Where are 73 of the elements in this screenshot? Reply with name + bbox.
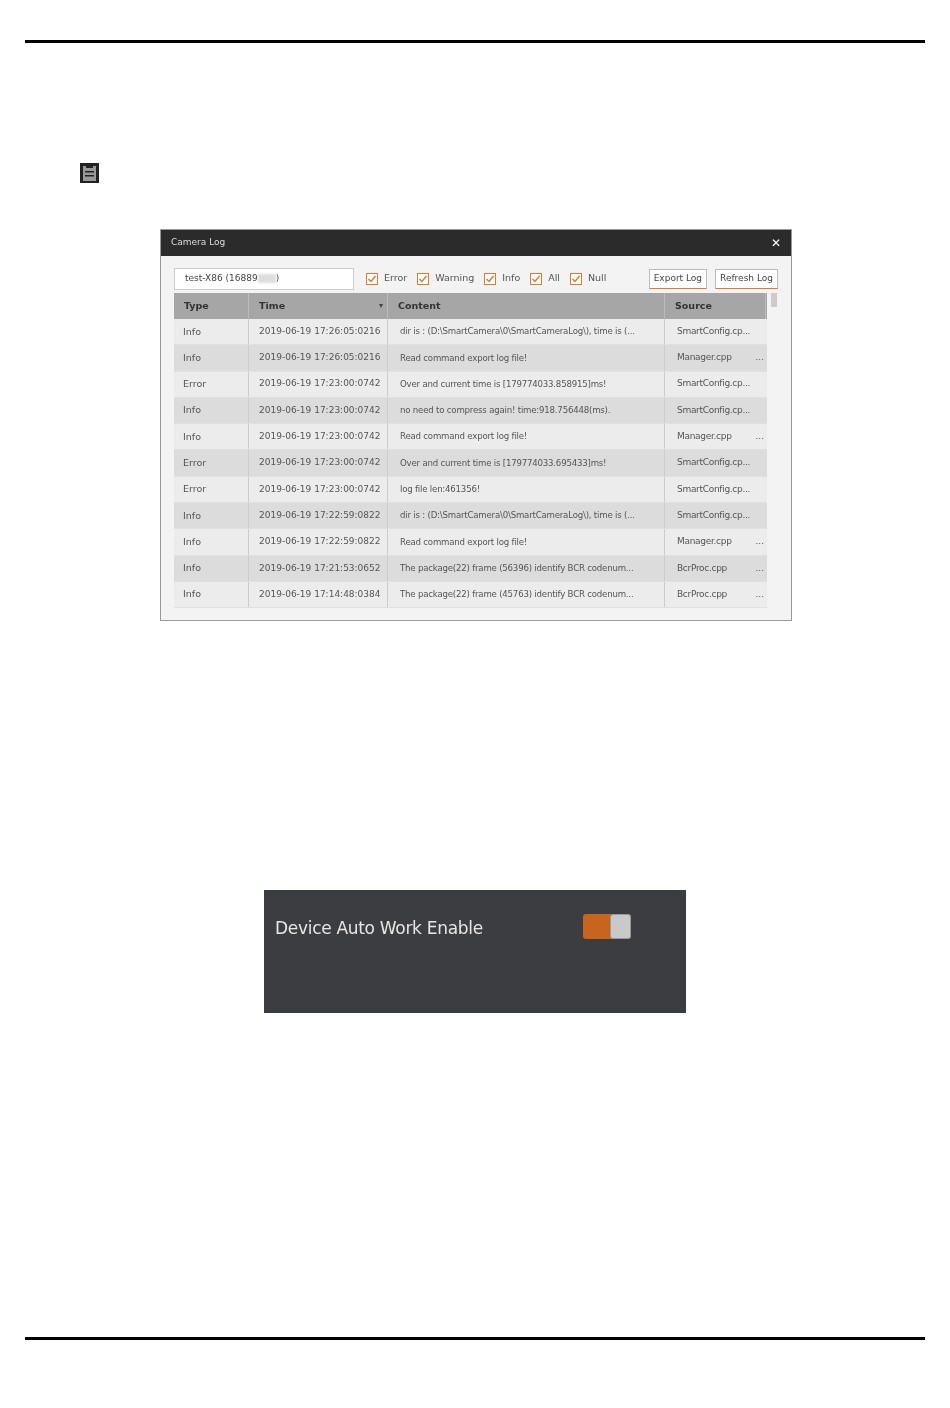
table-cell: Read command export log file! — [400, 535, 528, 549]
filter-label: All — [548, 271, 560, 286]
more-mark: ... — [755, 587, 764, 601]
table-cell-text: BcrProc.cpp — [677, 587, 727, 601]
table-cell: SmartConfig.cp... — [677, 377, 751, 391]
table-cell: Info — [183, 508, 201, 523]
table-cell: 2019-06-19 17:23:00:0742 — [259, 430, 381, 444]
table-cell: Info — [183, 403, 201, 418]
table-cell: Over and current time is [179774033.858915]ms! — [400, 377, 607, 391]
table-cell: Manager.cpp — [677, 430, 732, 444]
table-cell: Info — [183, 429, 201, 444]
table-cell-text: BcrProc.cpp — [677, 561, 727, 575]
table-cell: Read command export log file! — [400, 430, 528, 444]
table-cell: Info — [183, 587, 201, 602]
sort-mark[interactable]: ▾ — [379, 300, 383, 312]
table-cell-text: 2019-06-19 17:23:00:0742 — [259, 482, 381, 496]
table-cell-text: Error — [183, 456, 207, 470]
table-cell: Info — [183, 324, 201, 339]
filter-label: Error — [384, 271, 408, 286]
table-cell: 2019-06-19 17:23:00:0742 — [259, 456, 381, 470]
table-cell: The package(22) frame (56396) identify BCR codenum... — [400, 561, 634, 575]
setting-label: Device Auto Work Enable — [275, 917, 483, 940]
column-header[interactable]: Source — [675, 298, 712, 314]
device-field[interactable]: test-X86 (16889 ) — [174, 267, 354, 290]
column-header[interactable]: Time — [259, 298, 286, 314]
table-cell: dir is : (D:\SmartCamera\0\SmartCameraLog\), time is (... — [400, 509, 635, 523]
checked-checkbox[interactable] — [570, 272, 582, 285]
column-header[interactable]: Content — [398, 298, 441, 314]
table-cell-text: SmartConfig.cp... — [677, 403, 751, 417]
toggle-switch[interactable] — [582, 914, 631, 939]
checked-checkbox[interactable] — [366, 272, 378, 285]
table-cell-text: 2019-06-19 17:14:48:0384 — [259, 587, 381, 601]
table-cell-text: SmartConfig.cp... — [677, 508, 751, 522]
clipboard-icon — [80, 163, 99, 183]
table-cell: dir is : (D:\SmartCamera\0\SmartCameraLog\), time is (... — [400, 325, 635, 339]
table-cell-text: 2019-06-19 17:23:00:0742 — [259, 403, 381, 417]
table-cell-text: 2019-06-19 17:21:53:0652 — [259, 561, 381, 575]
table-cell: Info — [183, 561, 201, 576]
filter-label: Warning — [435, 271, 475, 286]
table-cell: 2019-06-19 17:26:05:0216 — [259, 351, 381, 365]
close-button[interactable]: ✕ — [770, 237, 781, 249]
table-cell-text: SmartConfig.cp... — [677, 324, 751, 338]
table-cell: Manager.cpp — [677, 351, 732, 365]
table-cell: The package(22) frame (45763) identify BCR codenum... — [400, 588, 634, 602]
checked-checkbox[interactable] — [484, 272, 497, 285]
table-cell-text: Info — [183, 534, 201, 549]
table-cell: Manager.cpp — [677, 535, 732, 549]
table-cell: Read command export log file! — [400, 351, 528, 365]
table-cell: no need to compress again! time:918.756448(ms). — [400, 404, 611, 417]
log-button[interactable]: Refresh Log — [715, 268, 778, 289]
window-title: Camera Log — [171, 236, 226, 250]
filter-label: Info — [502, 271, 521, 286]
checked-checkbox[interactable] — [417, 272, 430, 285]
column-header[interactable]: Type — [184, 298, 209, 314]
more-mark: ... — [755, 430, 764, 444]
table-cell-text: 2019-06-19 17:26:05:0216 — [259, 324, 381, 338]
table-cell-text: 2019-06-19 17:22:59:0822 — [259, 508, 381, 522]
scrollbar-thumb[interactable] — [771, 293, 777, 307]
table-cell: 2019-06-19 17:23:00:0742 — [259, 377, 381, 391]
more-mark: ... — [755, 351, 764, 365]
more-mark: ... — [755, 561, 764, 575]
table-cell: 2019-06-19 17:22:59:0822 — [259, 535, 381, 549]
more-mark: ... — [755, 535, 764, 549]
filter-label: Null — [588, 271, 607, 286]
table-cell: Over and current time is [179774033.695433]ms! — [400, 456, 607, 470]
table-cell: log file len:461356! — [400, 483, 480, 496]
table-cell-text: Info — [183, 350, 201, 365]
table-cell: Error — [183, 377, 207, 392]
log-button[interactable]: Export Log — [648, 268, 708, 289]
table-cell: Error — [183, 482, 207, 497]
table-cell: SmartConfig.cp... — [677, 456, 751, 470]
checked-checkbox[interactable] — [530, 272, 543, 285]
table-cell-text: SmartConfig.cp... — [677, 482, 751, 496]
